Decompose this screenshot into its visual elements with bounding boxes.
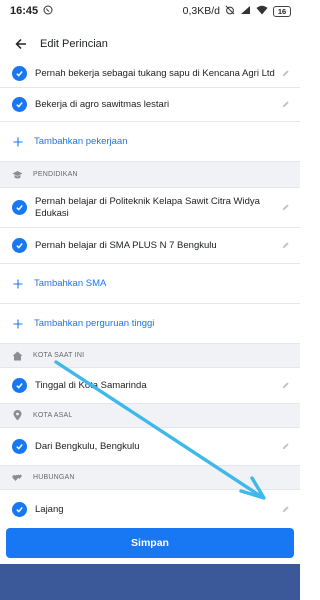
back-arrow-icon	[15, 38, 26, 50]
relationship-item[interactable]: Lajang	[0, 490, 300, 520]
add-work-button[interactable]: Tambahkan pekerjaan	[0, 122, 300, 162]
save-button[interactable]: Simpan	[6, 528, 294, 558]
alarm-off-icon	[225, 5, 235, 18]
net-speed: 0,3KB/d	[182, 5, 220, 17]
edit-pencil-icon[interactable]	[280, 505, 290, 515]
footer: Simpan	[0, 520, 300, 564]
work-item-text: Pernah bekerja sebagai tukang sapu di Ke…	[35, 67, 275, 79]
system-navigation-bar	[0, 564, 300, 600]
home-icon	[12, 350, 23, 361]
section-header-current-city: KOTA SAAT INI	[0, 344, 300, 368]
signal-icon	[240, 5, 251, 18]
checkmark-icon[interactable]	[12, 502, 27, 517]
status-left: 16:45	[10, 5, 53, 18]
checkmark-icon[interactable]	[12, 238, 27, 253]
add-work-label: Tambahkan pekerjaan	[34, 136, 128, 147]
plus-icon	[12, 318, 24, 330]
screen: 16:45 0,3KB/d 16 Edit Perincian Pernah b…	[0, 0, 300, 600]
relationship-text: Lajang	[35, 503, 64, 515]
section-title: PENDIDIKAN	[33, 171, 78, 178]
plus-icon	[12, 278, 24, 290]
edit-pencil-icon[interactable]	[280, 69, 290, 79]
checkmark-icon[interactable]	[12, 97, 27, 112]
back-button[interactable]	[10, 33, 32, 55]
checkmark-icon[interactable]	[12, 66, 27, 81]
hearts-icon	[12, 472, 23, 483]
section-header-hometown: KOTA ASAL	[0, 404, 300, 428]
checkmark-icon[interactable]	[12, 378, 27, 393]
edit-pencil-icon[interactable]	[280, 203, 290, 213]
graduation-cap-icon	[12, 169, 23, 180]
section-header-relationship: HUBUNGAN	[0, 466, 300, 490]
status-time: 16:45	[10, 5, 39, 17]
plus-icon	[12, 136, 24, 148]
add-sma-label: Tambahkan SMA	[34, 278, 107, 289]
section-title: KOTA ASAL	[33, 412, 73, 419]
edit-pencil-icon[interactable]	[280, 442, 290, 452]
work-item[interactable]: Pernah bekerja sebagai tukang sapu di Ke…	[0, 60, 300, 88]
current-city-text: Tinggal di Kota Samarinda	[35, 379, 147, 391]
location-pin-icon	[12, 410, 23, 421]
section-title: HUBUNGAN	[33, 474, 75, 481]
education-item-text: Pernah belajar di Politeknik Kelapa Sawi…	[35, 195, 260, 219]
add-sma-button[interactable]: Tambahkan SMA	[0, 264, 300, 304]
work-item[interactable]: Bekerja di agro sawitmas lestari	[0, 88, 300, 122]
add-college-label: Tambahkan perguruan tinggi	[34, 318, 155, 329]
section-title: KOTA SAAT INI	[33, 352, 85, 359]
wifi-icon	[256, 5, 268, 18]
battery-indicator: 16	[273, 5, 291, 17]
checkmark-icon[interactable]	[12, 200, 27, 215]
edit-pencil-icon[interactable]	[280, 241, 290, 251]
status-bar: 16:45 0,3KB/d 16	[0, 0, 300, 22]
hometown-text: Dari Bengkulu, Bengkulu	[35, 440, 140, 452]
edit-pencil-icon[interactable]	[280, 100, 290, 110]
status-right: 0,3KB/d 16	[183, 5, 291, 18]
education-item[interactable]: Pernah belajar di SMA PLUS N 7 Bengkulu	[0, 228, 300, 264]
edit-pencil-icon[interactable]	[280, 381, 290, 391]
education-item[interactable]: Pernah belajar di Politeknik Kelapa Sawi…	[0, 188, 300, 228]
hometown-item[interactable]: Dari Bengkulu, Bengkulu	[0, 428, 300, 466]
details-list[interactable]: Pernah bekerja sebagai tukang sapu di Ke…	[0, 60, 300, 520]
education-item-text: Pernah belajar di SMA PLUS N 7 Bengkulu	[35, 239, 217, 251]
page-title: Edit Perincian	[40, 38, 108, 50]
add-college-button[interactable]: Tambahkan perguruan tinggi	[0, 304, 300, 344]
whatsapp-icon	[43, 5, 53, 18]
current-city-item[interactable]: Tinggal di Kota Samarinda	[0, 368, 300, 404]
work-item-text: Bekerja di agro sawitmas lestari	[35, 98, 170, 110]
section-header-education: PENDIDIKAN	[0, 162, 300, 188]
checkmark-icon[interactable]	[12, 439, 27, 454]
